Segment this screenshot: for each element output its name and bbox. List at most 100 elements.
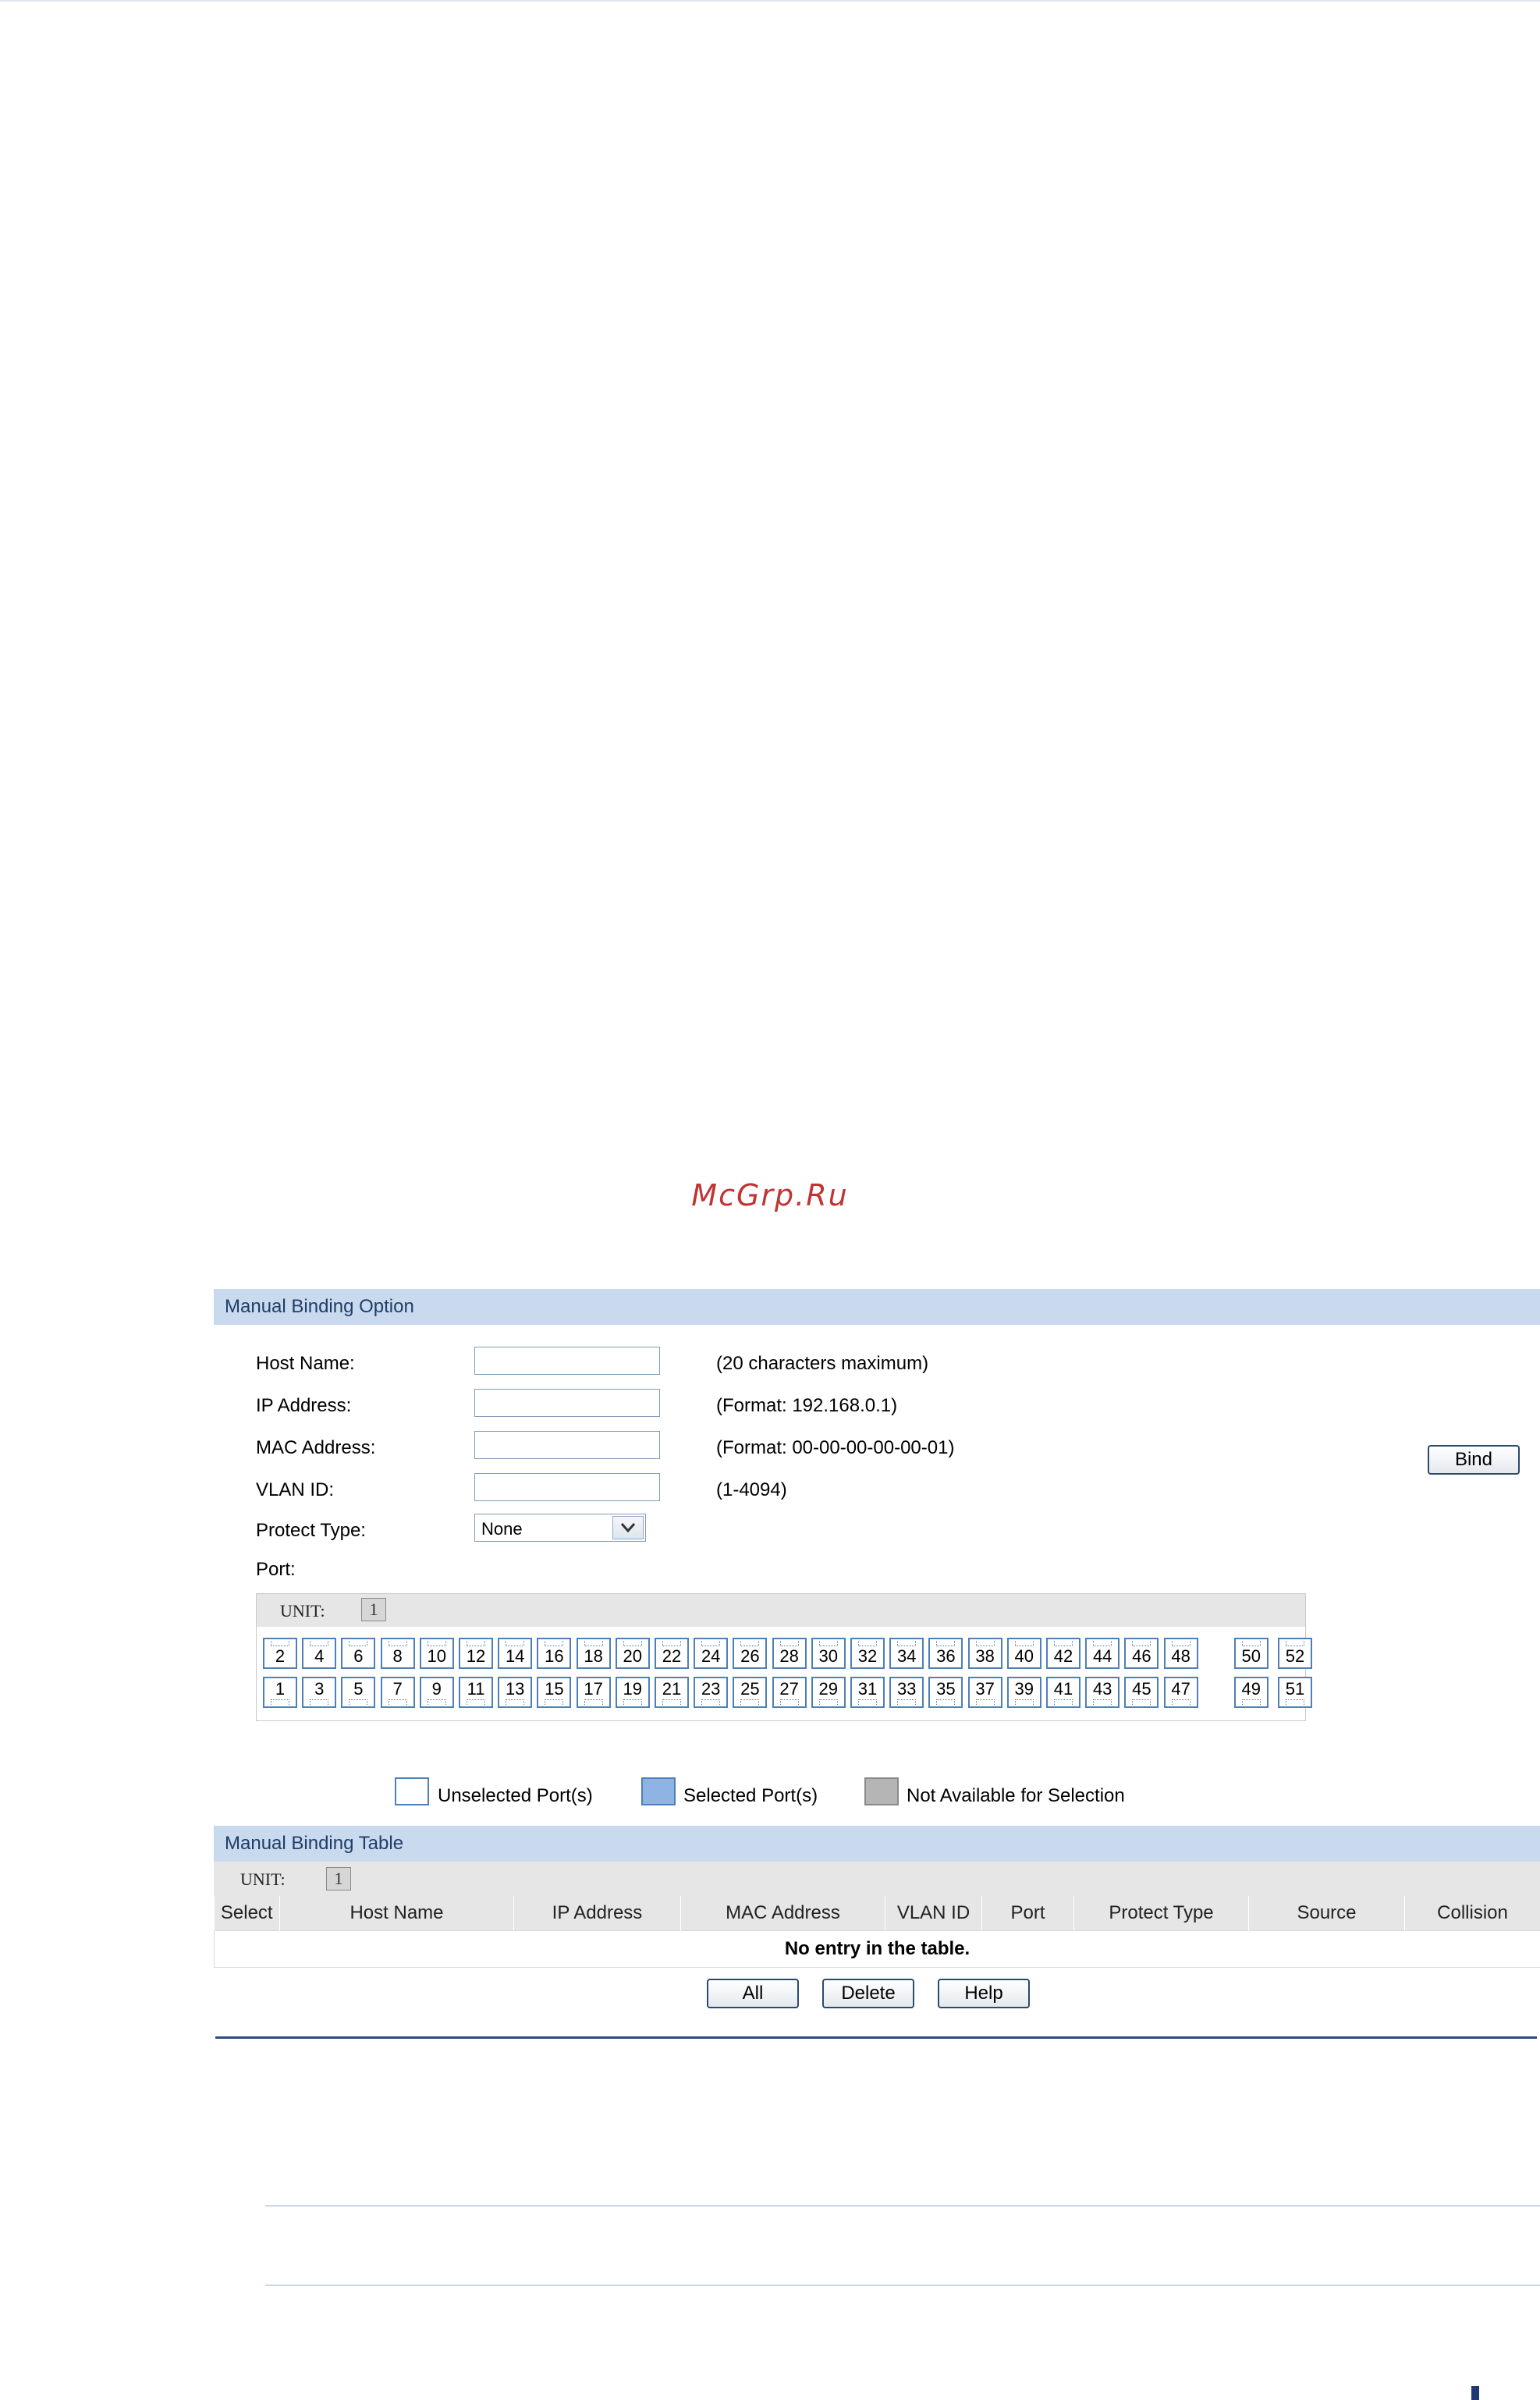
port-41[interactable]: 41 bbox=[1046, 1677, 1080, 1708]
port-notch-icon bbox=[936, 1699, 956, 1705]
port-18[interactable]: 18 bbox=[576, 1638, 611, 1669]
port-number: 31 bbox=[857, 1679, 878, 1699]
port-number: 8 bbox=[392, 1646, 403, 1666]
port-46[interactable]: 46 bbox=[1124, 1638, 1159, 1669]
port-unit-button[interactable]: 1 bbox=[361, 1598, 386, 1621]
port-number: 3 bbox=[314, 1679, 325, 1699]
chevron-down-icon[interactable] bbox=[612, 1516, 644, 1539]
port-number: 46 bbox=[1132, 1646, 1151, 1666]
port-21[interactable]: 21 bbox=[655, 1677, 689, 1708]
all-button[interactable]: All bbox=[707, 1979, 799, 2008]
port-35[interactable]: 35 bbox=[928, 1677, 963, 1708]
port-9[interactable]: 9 bbox=[419, 1677, 454, 1708]
protect-type-label: Protect Type: bbox=[256, 1520, 366, 1541]
port-14[interactable]: 14 bbox=[498, 1638, 533, 1669]
port-16[interactable]: 16 bbox=[537, 1638, 572, 1669]
port-50[interactable]: 50 bbox=[1233, 1638, 1269, 1669]
port-number: 52 bbox=[1285, 1646, 1305, 1666]
port-45[interactable]: 45 bbox=[1124, 1677, 1159, 1708]
port-selector: UNIT: 1 2 4 6 8 10 12 14 16 18 20 22 24 26 28 30 32 34 36… bbox=[256, 1593, 1312, 1721]
port-15[interactable]: 15 bbox=[537, 1677, 572, 1708]
manual-binding-table-header: Manual Binding Table bbox=[214, 1826, 1540, 1862]
port-48[interactable]: 48 bbox=[1163, 1638, 1198, 1669]
port-32[interactable]: 32 bbox=[850, 1638, 885, 1669]
port-notch-icon bbox=[1286, 1699, 1304, 1705]
port-4[interactable]: 4 bbox=[302, 1638, 337, 1669]
port-27[interactable]: 27 bbox=[772, 1677, 807, 1708]
port-notch-icon bbox=[975, 1641, 995, 1646]
port-47[interactable]: 47 bbox=[1163, 1677, 1198, 1708]
port-24[interactable]: 24 bbox=[694, 1638, 729, 1669]
port-40[interactable]: 40 bbox=[1006, 1638, 1041, 1669]
selected-port-swatch bbox=[641, 1777, 676, 1805]
port-10[interactable]: 10 bbox=[419, 1638, 454, 1669]
port-34[interactable]: 34 bbox=[889, 1638, 924, 1669]
protect-type-select[interactable]: None bbox=[474, 1514, 646, 1542]
port-number: 48 bbox=[1171, 1646, 1190, 1666]
port-number: 38 bbox=[975, 1646, 995, 1666]
port-22[interactable]: 22 bbox=[655, 1638, 689, 1669]
empty-table-message: No entry in the table. bbox=[214, 1930, 1540, 1968]
port-42[interactable]: 42 bbox=[1046, 1638, 1080, 1669]
col-port: Port bbox=[981, 1896, 1074, 1931]
port-8[interactable]: 8 bbox=[380, 1638, 415, 1669]
port-number: 42 bbox=[1053, 1646, 1073, 1666]
port-11[interactable]: 11 bbox=[459, 1677, 493, 1708]
port-29[interactable]: 29 bbox=[811, 1677, 846, 1708]
port-39[interactable]: 39 bbox=[1006, 1677, 1041, 1708]
port-20[interactable]: 20 bbox=[615, 1638, 650, 1669]
port-notch-icon bbox=[858, 1699, 877, 1705]
port-43[interactable]: 43 bbox=[1085, 1677, 1120, 1708]
port-28[interactable]: 28 bbox=[772, 1638, 807, 1669]
port-2[interactable]: 2 bbox=[263, 1638, 297, 1669]
col-vlan-id: VLAN ID bbox=[885, 1896, 982, 1931]
port-31[interactable]: 31 bbox=[850, 1677, 885, 1708]
port-number: 36 bbox=[936, 1646, 956, 1666]
port-44[interactable]: 44 bbox=[1085, 1638, 1120, 1669]
port-6[interactable]: 6 bbox=[341, 1638, 376, 1669]
ip-address-input[interactable] bbox=[474, 1389, 660, 1417]
port-1[interactable]: 1 bbox=[263, 1677, 297, 1708]
host-name-input[interactable] bbox=[474, 1347, 660, 1375]
port-notch-icon bbox=[662, 1699, 681, 1705]
port-unit-bar: UNIT: 1 bbox=[257, 1594, 1305, 1627]
port-12[interactable]: 12 bbox=[459, 1638, 493, 1669]
port-notch-icon bbox=[623, 1699, 642, 1705]
port-33[interactable]: 33 bbox=[889, 1677, 924, 1708]
port-unit-label: UNIT: bbox=[280, 1601, 325, 1621]
port-52[interactable]: 52 bbox=[1278, 1638, 1312, 1669]
port-37[interactable]: 37 bbox=[967, 1677, 1002, 1708]
port-number: 13 bbox=[505, 1679, 525, 1699]
port-23[interactable]: 23 bbox=[694, 1677, 729, 1708]
delete-button[interactable]: Delete bbox=[822, 1979, 914, 2008]
mac-address-hint: (Format: 00-00-00-00-00-01) bbox=[716, 1437, 955, 1458]
port-notch-icon bbox=[975, 1699, 995, 1705]
port-17[interactable]: 17 bbox=[576, 1677, 611, 1708]
port-notch-icon bbox=[545, 1641, 564, 1646]
port-51[interactable]: 51 bbox=[1278, 1677, 1312, 1708]
port-number: 25 bbox=[740, 1679, 760, 1699]
port-5[interactable]: 5 bbox=[341, 1677, 376, 1708]
port-7[interactable]: 7 bbox=[380, 1677, 415, 1708]
port-19[interactable]: 19 bbox=[615, 1677, 650, 1708]
table-unit-button[interactable]: 1 bbox=[326, 1867, 351, 1891]
port-notch-icon bbox=[740, 1641, 760, 1646]
bind-button[interactable]: Bind bbox=[1428, 1445, 1520, 1475]
help-button[interactable]: Help bbox=[938, 1979, 1030, 2008]
port-notch-icon bbox=[271, 1641, 289, 1646]
col-ip-address: IP Address bbox=[513, 1896, 681, 1931]
port-3[interactable]: 3 bbox=[302, 1677, 337, 1708]
mac-address-input[interactable] bbox=[474, 1431, 660, 1459]
port-36[interactable]: 36 bbox=[928, 1638, 963, 1669]
port-number: 24 bbox=[701, 1646, 721, 1666]
vlan-id-input[interactable] bbox=[474, 1473, 660, 1501]
port-notch-icon bbox=[897, 1699, 917, 1705]
port-26[interactable]: 26 bbox=[733, 1638, 768, 1669]
port-38[interactable]: 38 bbox=[967, 1638, 1002, 1669]
port-25[interactable]: 25 bbox=[733, 1677, 768, 1708]
manual-binding-table-panel: Manual Binding Table UNIT: 1 Select Host… bbox=[214, 1826, 1540, 2060]
port-30[interactable]: 30 bbox=[811, 1638, 846, 1669]
port-13[interactable]: 13 bbox=[498, 1677, 533, 1708]
table-header-row: Select Host Name IP Address MAC Address … bbox=[214, 1896, 1540, 1931]
port-49[interactable]: 49 bbox=[1233, 1677, 1269, 1708]
